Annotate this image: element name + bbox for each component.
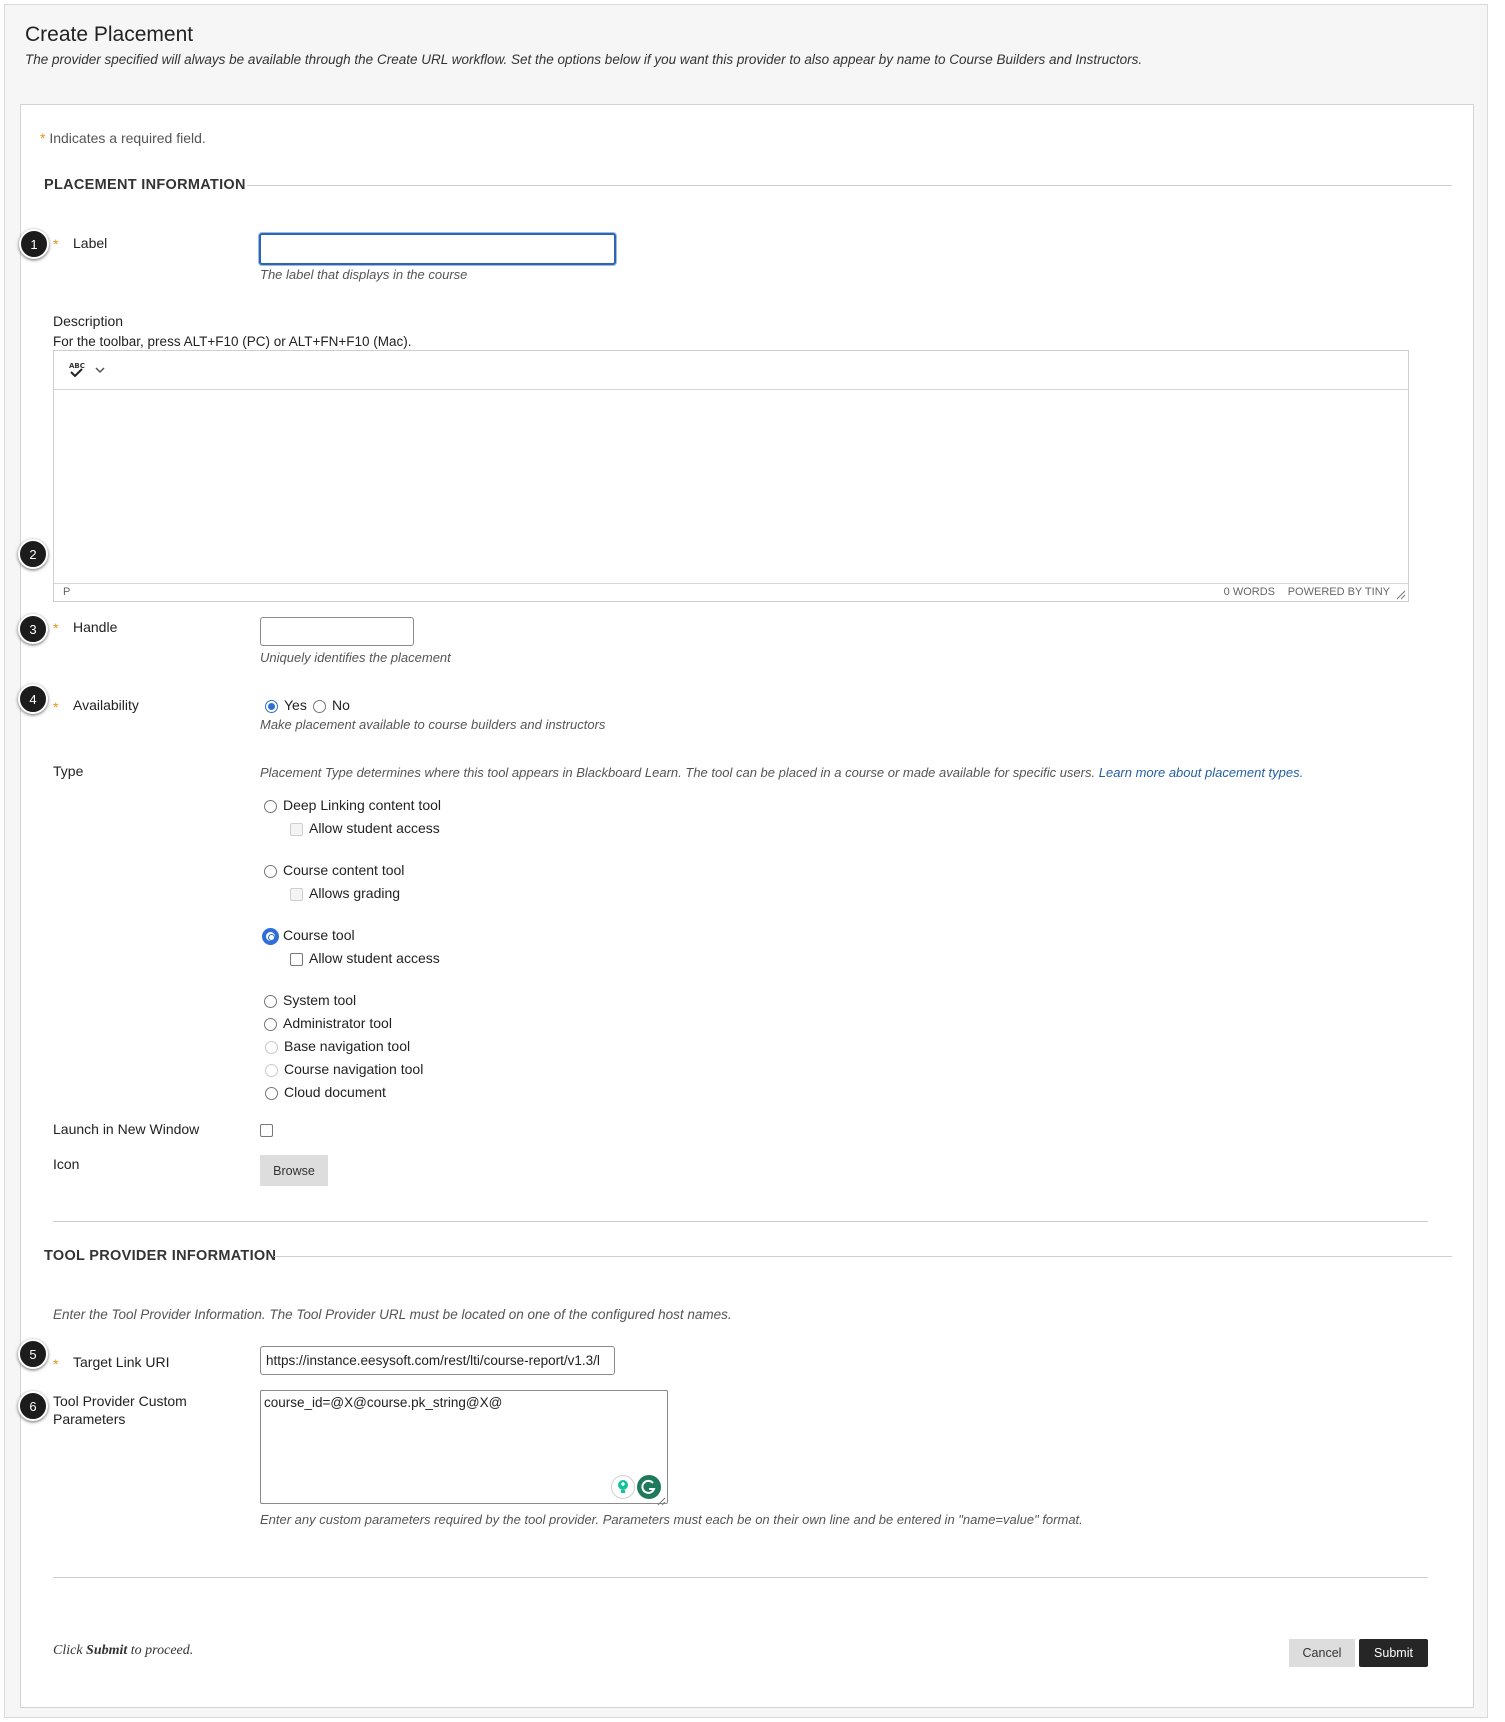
description-editor[interactable]: ABC P 0 WORDS POWERED BY TINY [53,350,1409,602]
availability-help: Make placement available to course build… [260,717,606,732]
type-cloud-doc-label[interactable]: Cloud document [284,1084,386,1100]
editor-toolbar: ABC [54,351,1408,390]
chevron-down-icon[interactable] [94,363,106,375]
course-content-grading-label[interactable]: Allows grading [309,885,400,901]
callout-1: 1 [19,229,49,259]
label-input[interactable] [259,233,616,265]
type-cloud-doc-radio[interactable] [265,1087,278,1100]
type-course-tool-radio[interactable] [264,930,277,943]
svg-text:ABC: ABC [69,362,85,370]
page-title: Create Placement [25,23,194,46]
type-deep-linking-radio[interactable] [264,800,277,813]
submit-button[interactable]: Submit [1359,1639,1428,1667]
availability-no-radio[interactable] [313,700,326,713]
custom-params-value: course_id=@X@course.pk_string@X@ [264,1395,503,1410]
type-system-tool-label[interactable]: System tool [283,992,356,1008]
course-content-grading-checkbox[interactable] [290,888,303,901]
editor-statusbar: P 0 WORDS POWERED BY TINY [54,583,1408,601]
handle-required-star: * [53,620,59,636]
submit-hint-bold: Submit [86,1643,128,1658]
word-count: 0 WORDS [1223,586,1275,598]
course-tool-student-access-checkbox[interactable] [290,953,303,966]
label-required-star: * [53,236,59,252]
course-tool-student-access-label[interactable]: Allow student access [309,950,440,966]
editor-path: P [63,586,71,598]
type-system-tool-radio[interactable] [264,995,277,1008]
type-course-content-radio[interactable] [264,865,277,878]
target-link-label: Target Link URI [73,1354,170,1370]
type-course-nav-radio[interactable] [265,1064,278,1077]
icon-label: Icon [53,1156,80,1172]
type-course-content-label[interactable]: Course content tool [283,862,404,878]
powered-by-tiny[interactable]: POWERED BY TINY [1288,586,1390,598]
lightbulb-icon[interactable] [611,1475,635,1499]
spellcheck-icon[interactable]: ABC [68,360,86,380]
tool-provider-section-title: TOOL PROVIDER INFORMATION [44,1248,277,1264]
placement-section-divider [247,185,1452,186]
custom-params-help: Enter any custom parameters required by … [260,1512,1083,1527]
custom-params-label-line2: Parameters [53,1411,126,1427]
type-course-nav-label[interactable]: Course navigation tool [284,1061,423,1077]
resize-handle-icon[interactable] [1396,590,1406,600]
required-star: * [40,130,46,146]
description-label: Description [53,313,124,329]
toolbar-hint: For the toolbar, press ALT+F10 (PC) or A… [53,334,412,349]
availability-yes-radio[interactable] [265,700,278,713]
cancel-button[interactable]: Cancel [1289,1639,1355,1667]
type-help-text: Placement Type determines where this too… [260,765,1096,780]
tool-provider-intro: Enter the Tool Provider Information. The… [53,1307,732,1322]
target-link-required-star: * [53,1356,59,1372]
type-base-nav-radio[interactable] [265,1041,278,1054]
type-label: Type [53,763,84,779]
deep-linking-student-access-checkbox[interactable] [290,823,303,836]
submit-hint: Click Submit to proceed. [53,1643,193,1659]
custom-params-textarea[interactable]: course_id=@X@course.pk_string@X@ [260,1390,668,1506]
type-help: Placement Type determines where this too… [260,765,1303,780]
required-note: * Indicates a required field. [40,130,206,146]
submit-hint-prefix: Click [53,1643,87,1658]
textarea-resize-icon[interactable] [657,1493,666,1506]
availability-yes-label[interactable]: Yes [284,697,307,713]
availability-required-star: * [53,699,59,715]
availability-no-label[interactable]: No [332,697,350,713]
required-note-text: Indicates a required field. [49,130,206,146]
type-deep-linking-label[interactable]: Deep Linking content tool [283,797,441,813]
availability-label: Availability [73,697,139,713]
handle-label: Handle [73,619,118,635]
submit-hint-suffix: to proceed. [127,1643,194,1658]
target-link-input[interactable] [260,1346,615,1375]
label-help: The label that displays in the course [260,267,468,282]
callout-5: 5 [18,1339,48,1369]
callout-4: 4 [18,684,48,714]
callout-6: 6 [18,1391,48,1421]
label-field-label: Label [73,235,108,251]
form-divider-2 [53,1577,1428,1578]
type-admin-tool-label[interactable]: Administrator tool [283,1015,392,1031]
handle-help: Uniquely identifies the placement [260,650,451,665]
page-subtitle: The provider specified will always be av… [25,52,1143,67]
type-admin-tool-radio[interactable] [264,1018,277,1031]
deep-linking-student-access-label[interactable]: Allow student access [309,820,440,836]
handle-input[interactable] [260,617,414,646]
type-course-tool-label[interactable]: Course tool [283,927,355,943]
custom-params-label: Tool Provider Custom Parameters [53,1392,187,1428]
browse-button[interactable]: Browse [260,1155,328,1186]
callout-2: 2 [18,539,48,569]
launch-new-window-label: Launch in New Window [53,1121,200,1137]
custom-params-label-line1: Tool Provider Custom [53,1393,187,1409]
callout-3: 3 [18,614,48,644]
tool-provider-section-divider [274,1256,1452,1257]
launch-new-window-checkbox[interactable] [260,1124,273,1137]
placement-section-title: PLACEMENT INFORMATION [44,177,246,193]
placement-types-link[interactable]: Learn more about placement types. [1099,765,1304,780]
form-divider-1 [53,1221,1428,1222]
type-base-nav-label[interactable]: Base navigation tool [284,1038,410,1054]
